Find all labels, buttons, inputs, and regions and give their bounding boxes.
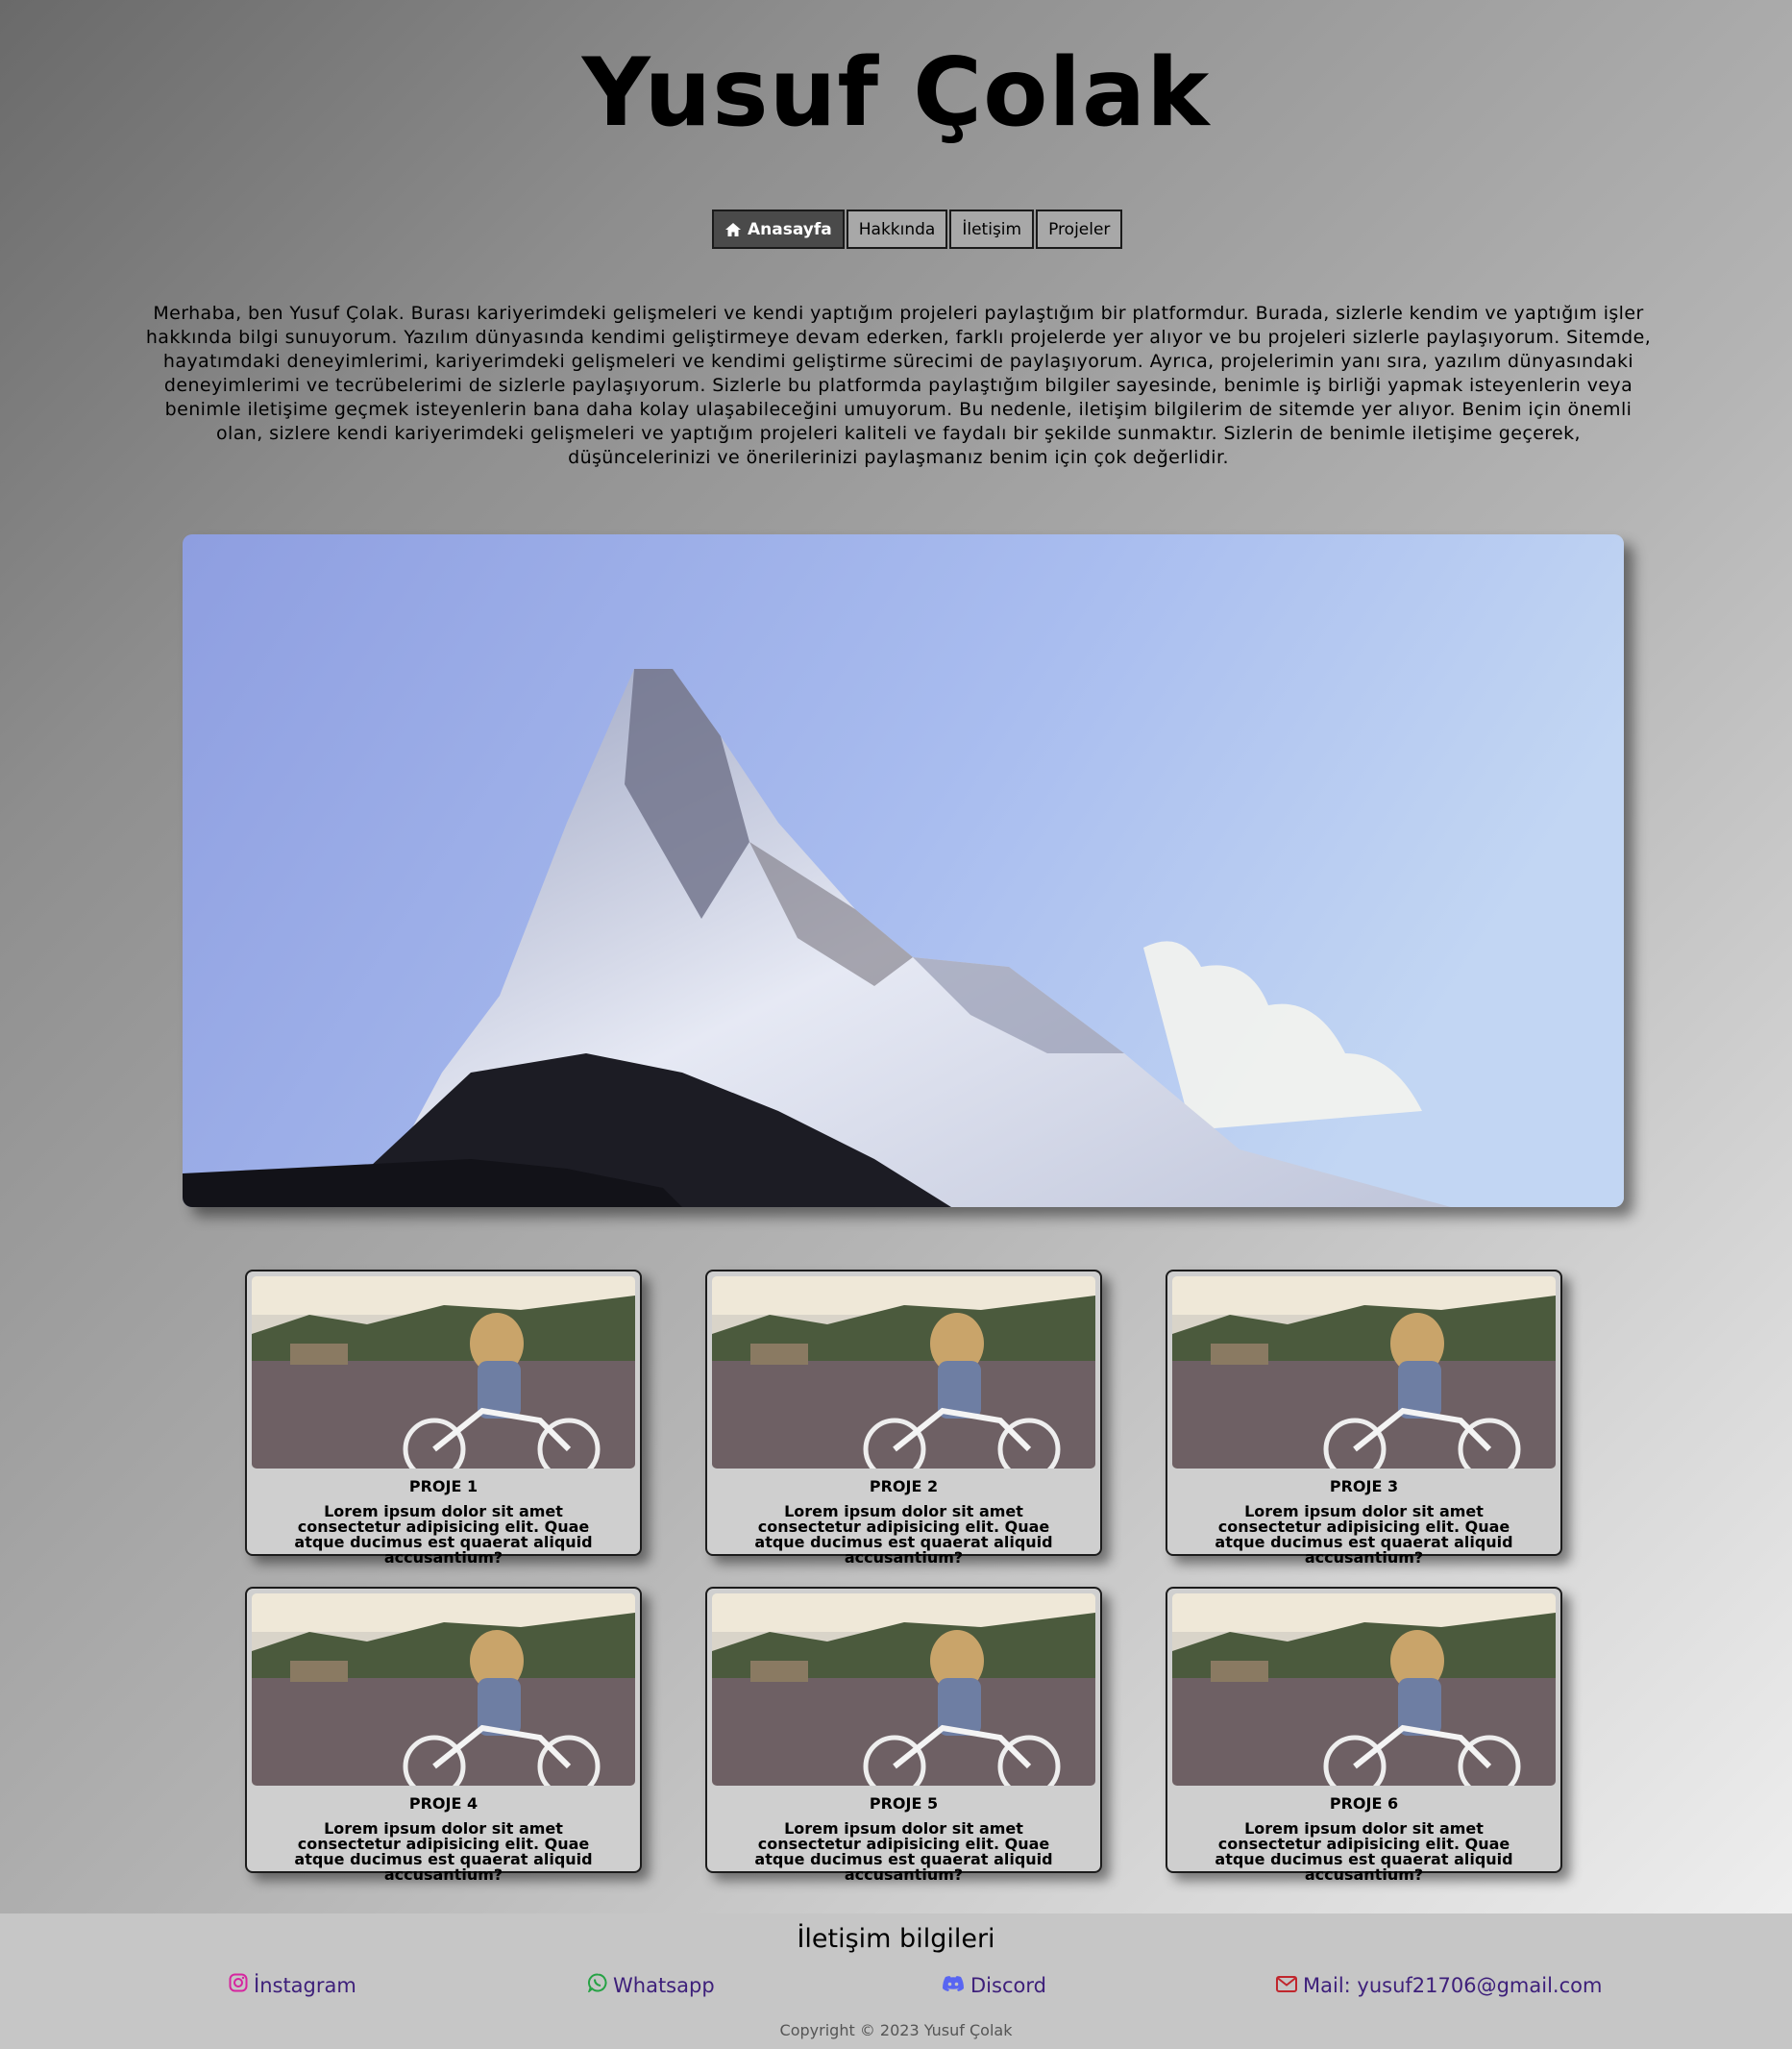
main-nav: Anasayfa Hakkında İletişim Projeler — [712, 210, 1123, 249]
footer-link-label: İnstagram — [254, 1974, 356, 1997]
nav-label: İletişim — [962, 219, 1022, 239]
project-card[interactable]: PROJE 3 Lorem ipsum dolor sit amet conse… — [1166, 1270, 1562, 1566]
nav-label: Projeler — [1048, 219, 1111, 239]
envelope-icon — [1276, 1972, 1297, 1999]
hero-mountain-image — [183, 534, 1624, 1207]
footer-link-label: Mail: yusuf21706@gmail.com — [1303, 1974, 1603, 1997]
footer-link-label: Discord — [970, 1974, 1046, 1997]
mail-link[interactable]: Mail: yusuf21706@gmail.com — [1276, 1972, 1602, 1999]
home-icon — [724, 222, 742, 237]
project-description: Lorem ipsum dolor sit amet consectetur a… — [1215, 1502, 1513, 1567]
project-image — [252, 1593, 635, 1786]
whatsapp-icon — [587, 1972, 607, 1999]
instagram-link[interactable]: İnstagram — [229, 1972, 356, 1999]
nav-label: Hakkında — [858, 219, 936, 239]
nav-item-hakkinda[interactable]: Hakkında — [846, 210, 948, 249]
project-title: PROJE 6 — [1329, 1794, 1399, 1813]
nav-item-anasayfa[interactable]: Anasayfa — [712, 210, 845, 249]
intro-paragraph: Merhaba, ben Yusuf Çolak. Burası kariyer… — [145, 303, 1652, 468]
project-image — [1172, 1593, 1556, 1786]
nav-label: Anasayfa — [748, 219, 832, 239]
nav-item-projeler[interactable]: Projeler — [1036, 210, 1123, 249]
footer: İletişim bilgileri İnstagram Whatsapp Di… — [0, 1913, 1792, 2049]
project-image — [712, 1276, 1095, 1469]
project-title: PROJE 2 — [869, 1477, 939, 1495]
project-image — [1172, 1276, 1556, 1469]
projects-grid: PROJE 1 Lorem ipsum dolor sit amet conse… — [245, 1270, 1562, 1883]
project-title: PROJE 1 — [408, 1477, 479, 1495]
site-title: Yusuf Çolak — [581, 38, 1211, 148]
project-title: PROJE 5 — [869, 1794, 939, 1813]
project-card[interactable]: PROJE 4 Lorem ipsum dolor sit amet conse… — [245, 1587, 642, 1883]
project-description: Lorem ipsum dolor sit amet consectetur a… — [294, 1819, 593, 1884]
project-title: PROJE 3 — [1329, 1477, 1399, 1495]
project-description: Lorem ipsum dolor sit amet consectetur a… — [1215, 1819, 1513, 1884]
project-image — [712, 1593, 1095, 1786]
discord-link[interactable]: Discord — [942, 1972, 1046, 1999]
copyright-text: Copyright © 2023 Yusuf Çolak — [779, 2021, 1013, 2039]
project-image — [252, 1276, 635, 1469]
project-description: Lorem ipsum dolor sit amet consectetur a… — [754, 1819, 1053, 1884]
project-description: Lorem ipsum dolor sit amet consectetur a… — [294, 1502, 593, 1567]
instagram-icon — [229, 1972, 248, 1999]
project-card[interactable]: PROJE 6 Lorem ipsum dolor sit amet conse… — [1166, 1587, 1562, 1883]
project-card[interactable]: PROJE 2 Lorem ipsum dolor sit amet conse… — [705, 1270, 1102, 1566]
project-card[interactable]: PROJE 5 Lorem ipsum dolor sit amet conse… — [705, 1587, 1102, 1883]
project-title: PROJE 4 — [408, 1794, 479, 1813]
nav-item-iletisim[interactable]: İletişim — [949, 210, 1035, 249]
whatsapp-link[interactable]: Whatsapp — [587, 1972, 715, 1999]
project-card[interactable]: PROJE 1 Lorem ipsum dolor sit amet conse… — [245, 1270, 642, 1566]
discord-icon — [942, 1972, 965, 1999]
footer-title: İletişim bilgileri — [797, 1924, 995, 1954]
project-description: Lorem ipsum dolor sit amet consectetur a… — [754, 1502, 1053, 1567]
footer-link-label: Whatsapp — [613, 1974, 715, 1997]
